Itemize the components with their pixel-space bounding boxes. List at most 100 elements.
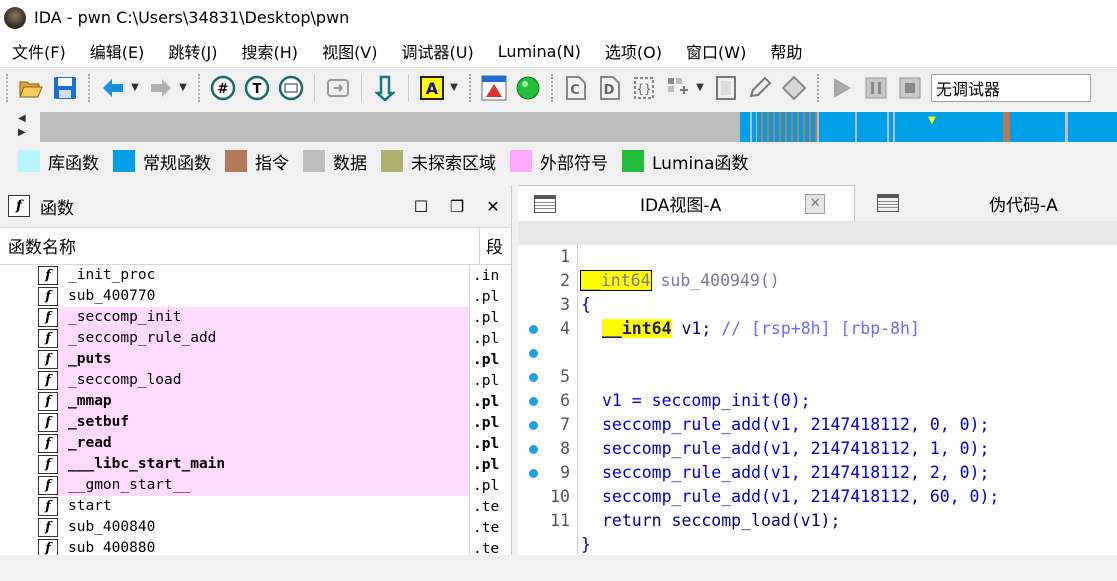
string-type-icon[interactable]: A xyxy=(418,74,446,102)
start-debug-icon[interactable] xyxy=(828,74,856,102)
maximize-icon[interactable]: ☐ xyxy=(403,197,439,216)
function-icon: f xyxy=(38,350,58,369)
toolbar-grip[interactable] xyxy=(6,73,10,102)
function-icon: f xyxy=(38,434,58,453)
jump-to-icon[interactable] xyxy=(324,74,352,102)
breakpoint-dot-icon[interactable] xyxy=(529,325,538,334)
function-name: _init_proc xyxy=(58,265,470,286)
toolbar-grip[interactable] xyxy=(88,73,92,102)
lumina-icon[interactable] xyxy=(514,74,542,102)
table-row[interactable]: f_init_proc.init xyxy=(0,265,511,286)
table-row[interactable]: f_mmap.plt xyxy=(0,391,511,412)
debugger-select[interactable]: 无调试器 xyxy=(931,73,1091,102)
toolbar-grip[interactable] xyxy=(551,73,555,102)
menu-search[interactable]: 搜索(H) xyxy=(230,39,311,63)
tab-pseudocode[interactable]: 伪代码-A xyxy=(854,185,1117,221)
menu-view[interactable]: 视图(V) xyxy=(310,39,389,63)
menu-debugger[interactable]: 调试器(U) xyxy=(390,39,486,63)
code-line[interactable]: 3 __int64 v1; // [rsp+8h] [rbp-8h] xyxy=(518,269,1117,338)
code-line[interactable]: 8 seccomp_rule_add(v1, 2147418112, 2, 0)… xyxy=(518,389,1117,482)
struct-icon[interactable]: {} xyxy=(630,74,658,102)
legend-item: 未探索区域 xyxy=(381,149,496,174)
table-row[interactable]: f___libc_start_main.plt xyxy=(0,454,511,475)
string-type-dropdown-icon[interactable]: ▼ xyxy=(449,74,459,102)
segment-icon[interactable] xyxy=(480,74,508,102)
toolbar-grip[interactable] xyxy=(469,73,473,102)
stop-debug-icon[interactable] xyxy=(896,74,924,102)
pseudocode-view[interactable]: 1 __int64 sub_400949() 2 { 3 __int64 v1;… xyxy=(518,221,1117,555)
table-row[interactable]: fsub_400840.text xyxy=(0,517,511,538)
code-line[interactable]: 10 return seccomp_load(v1); xyxy=(518,437,1117,530)
forward-arrow-icon[interactable] xyxy=(147,74,175,102)
breakpoint-dot-icon[interactable] xyxy=(529,397,538,406)
code-line[interactable]: 1 __int64 sub_400949() xyxy=(518,221,1117,291)
enum-dropdown-icon[interactable]: ▼ xyxy=(695,74,705,102)
breakpoint-dot-icon[interactable] xyxy=(529,469,538,478)
toolbar-grip[interactable] xyxy=(198,73,202,102)
table-row[interactable]: f_puts.plt xyxy=(0,349,511,370)
code-line[interactable]: 9 seccomp_rule_add(v1, 2147418112, 60, 0… xyxy=(518,413,1117,506)
code-line[interactable]: 5 v1 = seccomp_init(0); xyxy=(518,317,1117,410)
table-row[interactable]: fstart.text xyxy=(0,496,511,517)
nav-scroll-arrows-icon[interactable]: ◀ ▶ xyxy=(18,112,30,142)
save-icon[interactable] xyxy=(51,74,79,102)
column-segment[interactable]: 段 xyxy=(480,233,503,264)
breakpoint-dot-icon[interactable] xyxy=(529,445,538,454)
undefine-icon[interactable] xyxy=(712,74,740,102)
float-icon[interactable]: ❐ xyxy=(439,197,475,216)
menu-jump[interactable]: 跳转(J) xyxy=(156,39,229,63)
table-row[interactable]: fsub_400880.text xyxy=(0,538,511,555)
back-dropdown-icon[interactable]: ▼ xyxy=(130,74,140,102)
tab-close-icon[interactable]: ✕ xyxy=(805,193,826,214)
legend-swatch xyxy=(622,150,644,172)
table-row[interactable]: f_read.plt xyxy=(0,433,511,454)
functions-list: f_init_proc.init fsub_400770.plt f_secco… xyxy=(0,265,511,555)
legend-item: 库函数 xyxy=(18,149,99,174)
hex-view-icon[interactable]: # xyxy=(209,74,237,102)
menu-help[interactable]: 帮助 xyxy=(758,39,814,63)
add-enum-icon[interactable] xyxy=(664,74,692,102)
nav-segment xyxy=(740,112,750,142)
menu-file[interactable]: 文件(F) xyxy=(0,39,78,63)
function-segment: .plt xyxy=(473,393,500,410)
function-name: start xyxy=(58,496,470,517)
table-row[interactable]: f_seccomp_init.plt xyxy=(0,307,511,328)
breakpoint-dot-icon[interactable] xyxy=(529,421,538,430)
tab-ida-view[interactable]: IDA视图-A ✕ xyxy=(518,185,854,221)
code-line[interactable]: 6 seccomp_rule_add(v1, 2147418112, 0, 0)… xyxy=(518,341,1117,434)
table-row[interactable]: f_seccomp_load.plt xyxy=(0,370,511,391)
function-name: _seccomp_init xyxy=(58,307,470,328)
edit-comment-icon[interactable] xyxy=(746,74,774,102)
code-line[interactable]: 2 { xyxy=(518,245,1117,314)
binary-view-icon[interactable] xyxy=(277,74,305,102)
column-function-name[interactable]: 函数名称 xyxy=(0,226,480,264)
code-line[interactable]: 7 seccomp_rule_add(v1, 2147418112, 1, 0)… xyxy=(518,365,1117,458)
breakpoint-dot-icon[interactable] xyxy=(529,373,538,382)
table-row[interactable]: fsub_400770.plt xyxy=(0,286,511,307)
function-segment: .text xyxy=(473,519,500,536)
table-row[interactable]: f__gmon_start__.plt xyxy=(0,475,511,496)
table-row[interactable]: f_setbuf.plt xyxy=(0,412,511,433)
table-row[interactable]: f_seccomp_rule_add.plt xyxy=(0,328,511,349)
close-icon[interactable]: ✕ xyxy=(475,197,511,216)
pause-debug-icon[interactable] xyxy=(862,74,890,102)
legend-label: Lumina函数 xyxy=(652,153,749,174)
menu-windows[interactable]: 窗口(W) xyxy=(674,39,758,63)
step-into-icon[interactable] xyxy=(371,74,399,102)
toolbar-grip[interactable] xyxy=(817,73,821,102)
breakpoint-diamond-icon[interactable] xyxy=(780,74,808,102)
menu-lumina[interactable]: Lumina(N) xyxy=(486,42,593,61)
menu-options[interactable]: 选项(O) xyxy=(593,39,674,63)
function-name: ___libc_start_main xyxy=(58,454,470,475)
breakpoint-dot-icon[interactable] xyxy=(529,349,538,358)
create-data-icon[interactable]: D xyxy=(596,74,624,102)
menu-edit[interactable]: 编辑(E) xyxy=(78,39,157,63)
code-line[interactable]: 11 } xyxy=(518,461,1117,554)
create-code-icon[interactable]: C xyxy=(562,74,590,102)
text-view-icon[interactable]: T xyxy=(243,74,271,102)
navigation-strip[interactable]: ▼ xyxy=(40,112,1117,142)
code-line[interactable]: 4 xyxy=(518,293,1117,338)
back-arrow-icon[interactable] xyxy=(99,74,127,102)
forward-dropdown-icon[interactable]: ▼ xyxy=(178,74,188,102)
open-folder-icon[interactable] xyxy=(17,74,45,102)
